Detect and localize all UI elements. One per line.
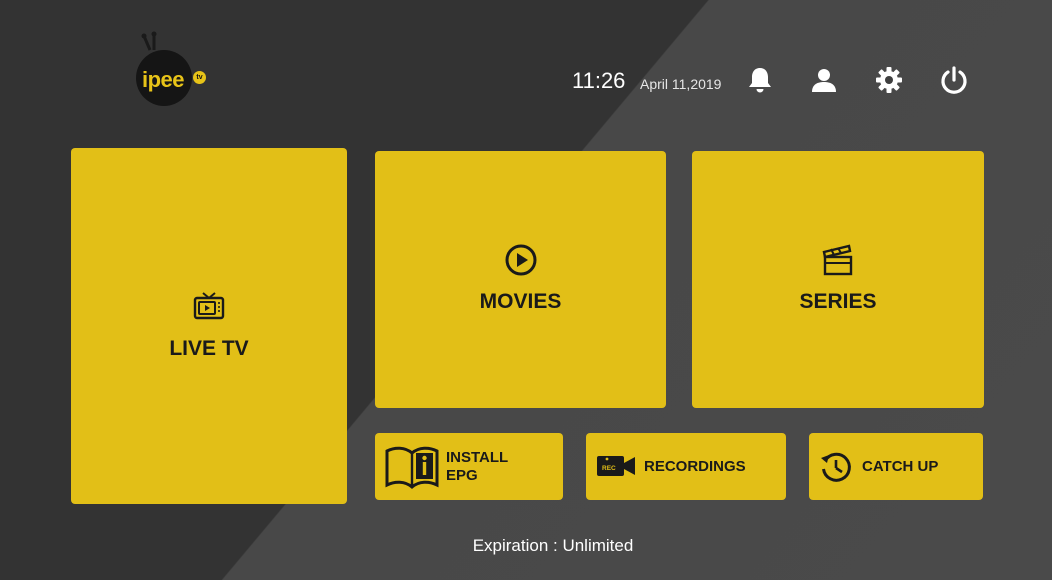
play-circle-icon	[504, 243, 538, 277]
recordings-tile[interactable]: REC RECORDINGS	[586, 433, 786, 500]
catch-up-tile[interactable]: CATCH UP	[809, 433, 983, 500]
book-info-icon	[385, 445, 439, 489]
movies-tile[interactable]: MOVIES	[375, 151, 666, 408]
live-tv-label: LIVE TV	[169, 337, 249, 360]
rec-badge: REC	[602, 465, 616, 472]
install-epg-label: INSTALL EPG	[446, 449, 508, 485]
install-epg-label-line1: INSTALL	[446, 449, 509, 466]
settings-button[interactable]	[873, 64, 905, 96]
video-camera-icon: REC	[596, 453, 636, 479]
notifications-button[interactable]	[744, 64, 776, 96]
clapperboard-icon	[821, 243, 855, 277]
series-tile[interactable]: SERIES	[692, 151, 984, 408]
expiration-text: Expiration : Unlimited	[472, 536, 634, 555]
live-tv-tile[interactable]: LIVE TV	[71, 148, 347, 504]
logo-badge: tv	[193, 71, 206, 84]
recordings-label: RECORDINGS	[644, 458, 746, 475]
power-icon	[941, 66, 967, 94]
tv-icon	[193, 290, 225, 322]
clock-time: 11:26	[572, 68, 626, 93]
user-icon	[812, 69, 836, 92]
user-button[interactable]	[808, 64, 840, 96]
install-epg-tile[interactable]: INSTALL EPG	[375, 433, 563, 500]
power-button[interactable]	[938, 64, 970, 96]
install-epg-label-line2: EPG	[446, 467, 478, 484]
app-logo: ipee tv	[134, 30, 214, 110]
catch-up-label: CATCH UP	[862, 458, 939, 475]
gear-icon	[876, 67, 902, 93]
clock-date: April 11,2019	[640, 76, 722, 92]
bell-icon	[749, 68, 771, 93]
history-icon	[819, 450, 853, 484]
series-label: SERIES	[799, 290, 877, 313]
logo-text: ipee	[142, 67, 185, 92]
movies-label: MOVIES	[479, 290, 562, 313]
